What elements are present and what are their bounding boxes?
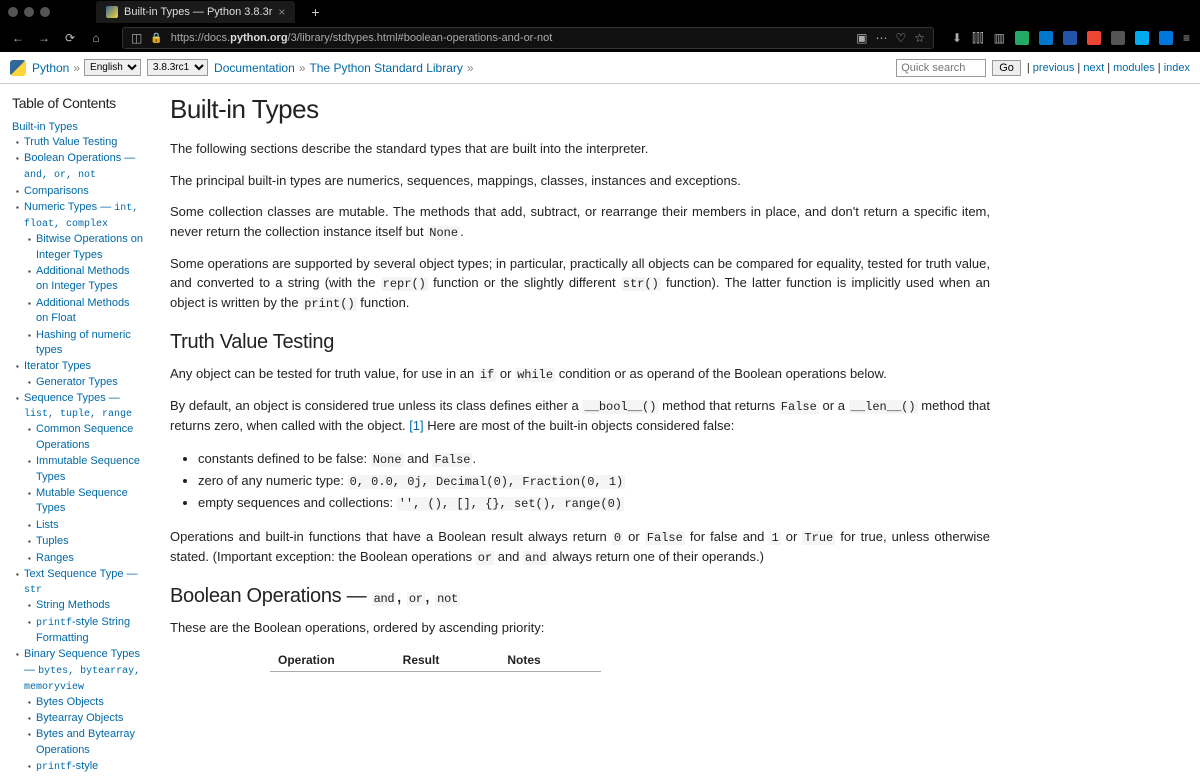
footnote-link[interactable]: [1] <box>409 418 423 433</box>
python-link[interactable]: Python <box>32 61 69 75</box>
toc-item[interactable]: Immutable Sequence Types <box>36 455 140 482</box>
doc-relbar: Python » English 3.8.3rc1 Documentation … <box>0 52 1200 84</box>
breadcrumb-stdlib[interactable]: The Python Standard Library <box>309 61 462 75</box>
toc-item[interactable]: Bytes and Bytearray Operations <box>36 728 135 755</box>
toc-heading: Table of Contents <box>12 94 144 114</box>
th-notes: Notes <box>499 649 600 672</box>
breadcrumb-doc[interactable]: Documentation <box>214 61 295 75</box>
ext3-icon[interactable] <box>1063 31 1077 45</box>
reader-icon[interactable]: ▣ <box>856 31 867 45</box>
ext1-icon[interactable] <box>1015 31 1029 45</box>
toc-item[interactable]: Generator Types <box>36 376 118 388</box>
url-bar[interactable]: ◫ 🔒 https://docs.python.org/3/library/st… <box>122 27 934 49</box>
back-icon[interactable]: ← <box>10 31 26 45</box>
toc-item[interactable]: Bytes Objects <box>36 696 104 708</box>
toc-item[interactable]: Truth Value Testing <box>24 136 117 148</box>
toc-item[interactable]: Numeric Types — int, float, complex <box>24 201 138 229</box>
window-min-icon[interactable] <box>24 7 34 17</box>
intro-p3: Some collection classes are mutable. The… <box>170 202 990 242</box>
ext7-icon[interactable] <box>1159 31 1173 45</box>
toc-item[interactable]: Tuples <box>36 535 69 547</box>
list-item: empty sequences and collections: '', (),… <box>198 492 990 514</box>
list-item: zero of any numeric type: 0, 0.0, 0j, De… <box>198 470 990 492</box>
new-tab-icon[interactable]: + <box>311 4 319 20</box>
toc-item[interactable]: printf-style <box>36 760 98 772</box>
toc-item[interactable]: Lists <box>36 519 59 531</box>
python-logo-icon <box>10 60 26 76</box>
list-item: constants defined to be false: None and … <box>198 448 990 470</box>
intro-p2: The principal built-in types are numeric… <box>170 171 990 191</box>
download-icon[interactable]: ⬇ <box>952 31 962 45</box>
toc-root[interactable]: Built-in Types <box>12 121 78 133</box>
truth-p2: By default, an object is considered true… <box>170 396 990 436</box>
intro-p1: The following sections describe the stan… <box>170 139 990 159</box>
pocket-icon[interactable]: ♡ <box>896 31 907 45</box>
toc-item[interactable]: Mutable Sequence Types <box>36 487 128 514</box>
section-truth: Truth Value Testing <box>170 331 990 354</box>
toc-item[interactable]: printf-style String Formatting <box>36 616 130 644</box>
falsy-list: constants defined to be false: None and … <box>198 448 990 515</box>
nav-previous[interactable]: previous <box>1033 62 1075 74</box>
toc-item[interactable]: Comparisons <box>24 185 89 197</box>
tab-close-icon[interactable]: × <box>278 5 285 19</box>
more-icon[interactable]: ⋯ <box>876 31 888 45</box>
search-input[interactable] <box>896 59 986 77</box>
ext5-icon[interactable] <box>1111 31 1125 45</box>
menu-icon[interactable]: ≡ <box>1183 31 1190 45</box>
toc-item[interactable]: Binary Sequence Types — bytes, bytearray… <box>24 648 140 691</box>
toolbar-right: ⬇ ⫿⫿⫿ ▥ ≡ <box>952 31 1190 46</box>
toc-item[interactable]: Boolean Operations — and, or, not <box>24 152 135 179</box>
url-text: https://docs.python.org/3/library/stdtyp… <box>171 32 553 44</box>
boolops-p1: These are the Boolean operations, ordere… <box>170 618 990 638</box>
sidebar-icon[interactable]: ▥ <box>994 31 1005 45</box>
tab-title: Built-in Types — Python 3.8.3r <box>124 6 272 18</box>
browser-tab[interactable]: Built-in Types — Python 3.8.3r × <box>96 1 295 23</box>
search-go-button[interactable]: Go <box>992 60 1021 76</box>
toc-item[interactable]: String Methods <box>36 599 110 611</box>
boolops-table: Operation Result Notes <box>270 649 601 672</box>
toc-item[interactable]: Additional Methods on Float <box>36 297 130 324</box>
language-select[interactable]: English <box>84 59 141 76</box>
ext2-icon[interactable] <box>1039 31 1053 45</box>
ext6-icon[interactable] <box>1135 31 1149 45</box>
th-result: Result <box>395 649 500 672</box>
bookmark-icon[interactable]: ☆ <box>914 31 925 45</box>
nav-next[interactable]: next <box>1083 62 1104 74</box>
toc-item[interactable]: Additional Methods on Integer Types <box>36 265 130 292</box>
home-icon[interactable]: ⌂ <box>88 31 104 45</box>
python-favicon-icon <box>106 6 118 18</box>
page-title: Built-in Types <box>170 94 990 125</box>
window-close-icon[interactable] <box>8 7 18 17</box>
nav-index[interactable]: index <box>1164 62 1190 74</box>
toc-item[interactable]: Bitwise Operations on Integer Types <box>36 233 143 260</box>
intro-p4: Some operations are supported by several… <box>170 254 990 314</box>
library-icon[interactable]: ⫿⫿⫿ <box>972 31 984 46</box>
window-titlebar: Built-in Types — Python 3.8.3r × + <box>0 0 1200 24</box>
toc-item[interactable]: Sequence Types — list, tuple, range <box>24 392 132 419</box>
shield-icon: ◫ <box>131 31 142 45</box>
section-boolops: Boolean Operations — and, or, not <box>170 585 990 608</box>
toc-item[interactable]: Text Sequence Type — str <box>24 568 138 595</box>
toc-item[interactable]: Ranges <box>36 552 74 564</box>
truth-p1: Any object can be tested for truth value… <box>170 364 990 384</box>
version-select[interactable]: 3.8.3rc1 <box>147 59 208 76</box>
toc-item[interactable]: Iterator Types <box>24 360 91 372</box>
forward-icon[interactable]: → <box>36 31 52 45</box>
window-max-icon[interactable] <box>40 7 50 17</box>
th-operation: Operation <box>270 649 395 672</box>
ext4-icon[interactable] <box>1087 31 1101 45</box>
sidebar: Table of Contents Built-in Types Truth V… <box>0 84 150 781</box>
lock-icon: 🔒 <box>150 33 162 44</box>
toc-item[interactable]: Hashing of numeric types <box>36 329 131 356</box>
browser-toolbar: ← → ⟳ ⌂ ◫ 🔒 https://docs.python.org/3/li… <box>0 24 1200 52</box>
content: Built-in Types The following sections de… <box>150 84 1030 781</box>
truth-p3: Operations and built-in functions that h… <box>170 527 990 567</box>
nav-modules[interactable]: modules <box>1113 62 1155 74</box>
toc-item[interactable]: Bytearray Objects <box>36 712 123 724</box>
toc-item[interactable]: Common Sequence Operations <box>36 423 133 450</box>
reload-icon[interactable]: ⟳ <box>62 31 78 45</box>
